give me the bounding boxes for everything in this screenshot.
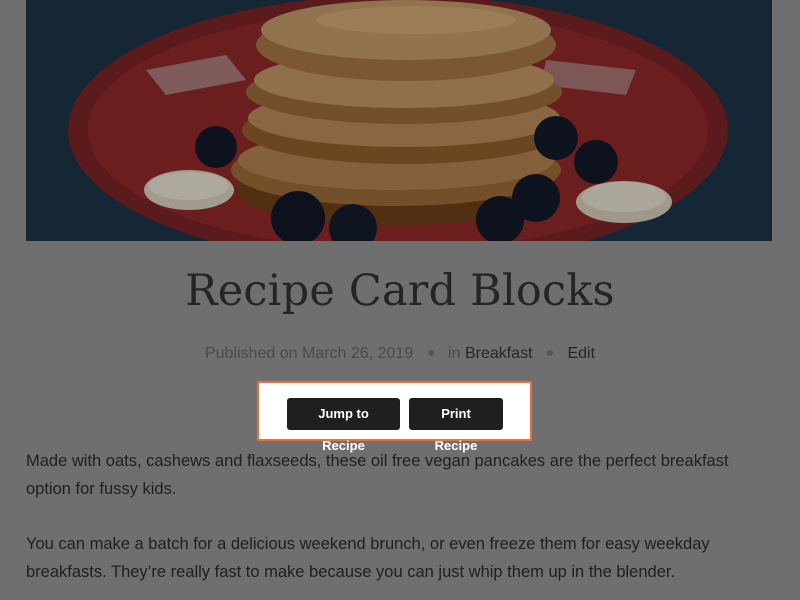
hero-image [26,0,772,241]
category-prefix: in [448,345,461,362]
content-paragraph: You can make a batch for a delicious wee… [26,535,710,581]
recipe-buttons-highlight: Jump to Recipe Print Recipe [257,381,532,453]
published-prefix: Published on [204,345,298,362]
published-date[interactable]: March 26, 2019 [302,345,413,362]
separator-dot [427,349,434,356]
content-paragraph: Made with oats, cashews and flaxseeds, t… [26,452,729,498]
page-title: Recipe Card Blocks [185,266,615,316]
separator-dot [546,349,553,356]
category-link[interactable]: Breakfast [465,345,533,362]
print-recipe-button[interactable]: Print Recipe [409,398,503,453]
page: Recipe Card Blocks Published on March 26… [0,0,800,600]
jump-to-recipe-button[interactable]: Jump to Recipe [287,398,400,453]
edit-link[interactable]: Edit [567,345,595,362]
post-meta: Published on March 26, 2019 in Breakfast… [0,344,800,364]
